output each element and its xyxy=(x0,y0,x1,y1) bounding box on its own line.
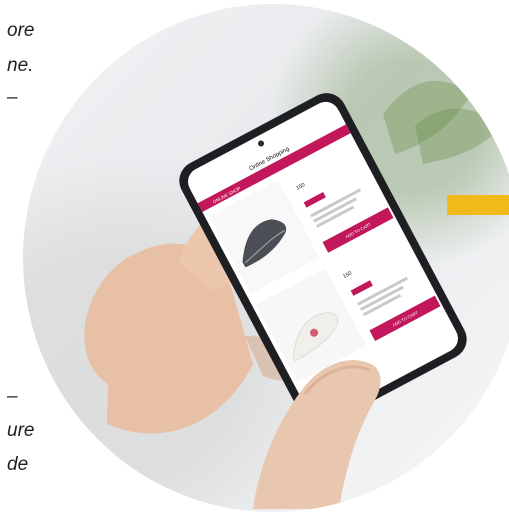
text-fragment-1: ore xyxy=(7,20,35,41)
text-fragment-6: de xyxy=(7,454,29,475)
text-fragment-5: ure xyxy=(7,420,35,441)
circular-photo: Online Shopping ONLINE SHOP 150 ADD TO C… xyxy=(23,4,509,512)
text-fragment-4: – xyxy=(7,386,18,407)
plant-shape xyxy=(415,108,501,164)
photo-illustration: Online Shopping ONLINE SHOP 150 ADD TO C… xyxy=(84,80,501,509)
text-fragment-2: ne. xyxy=(7,55,34,76)
text-fragment-3: – xyxy=(7,87,18,108)
accent-bar xyxy=(447,195,509,215)
